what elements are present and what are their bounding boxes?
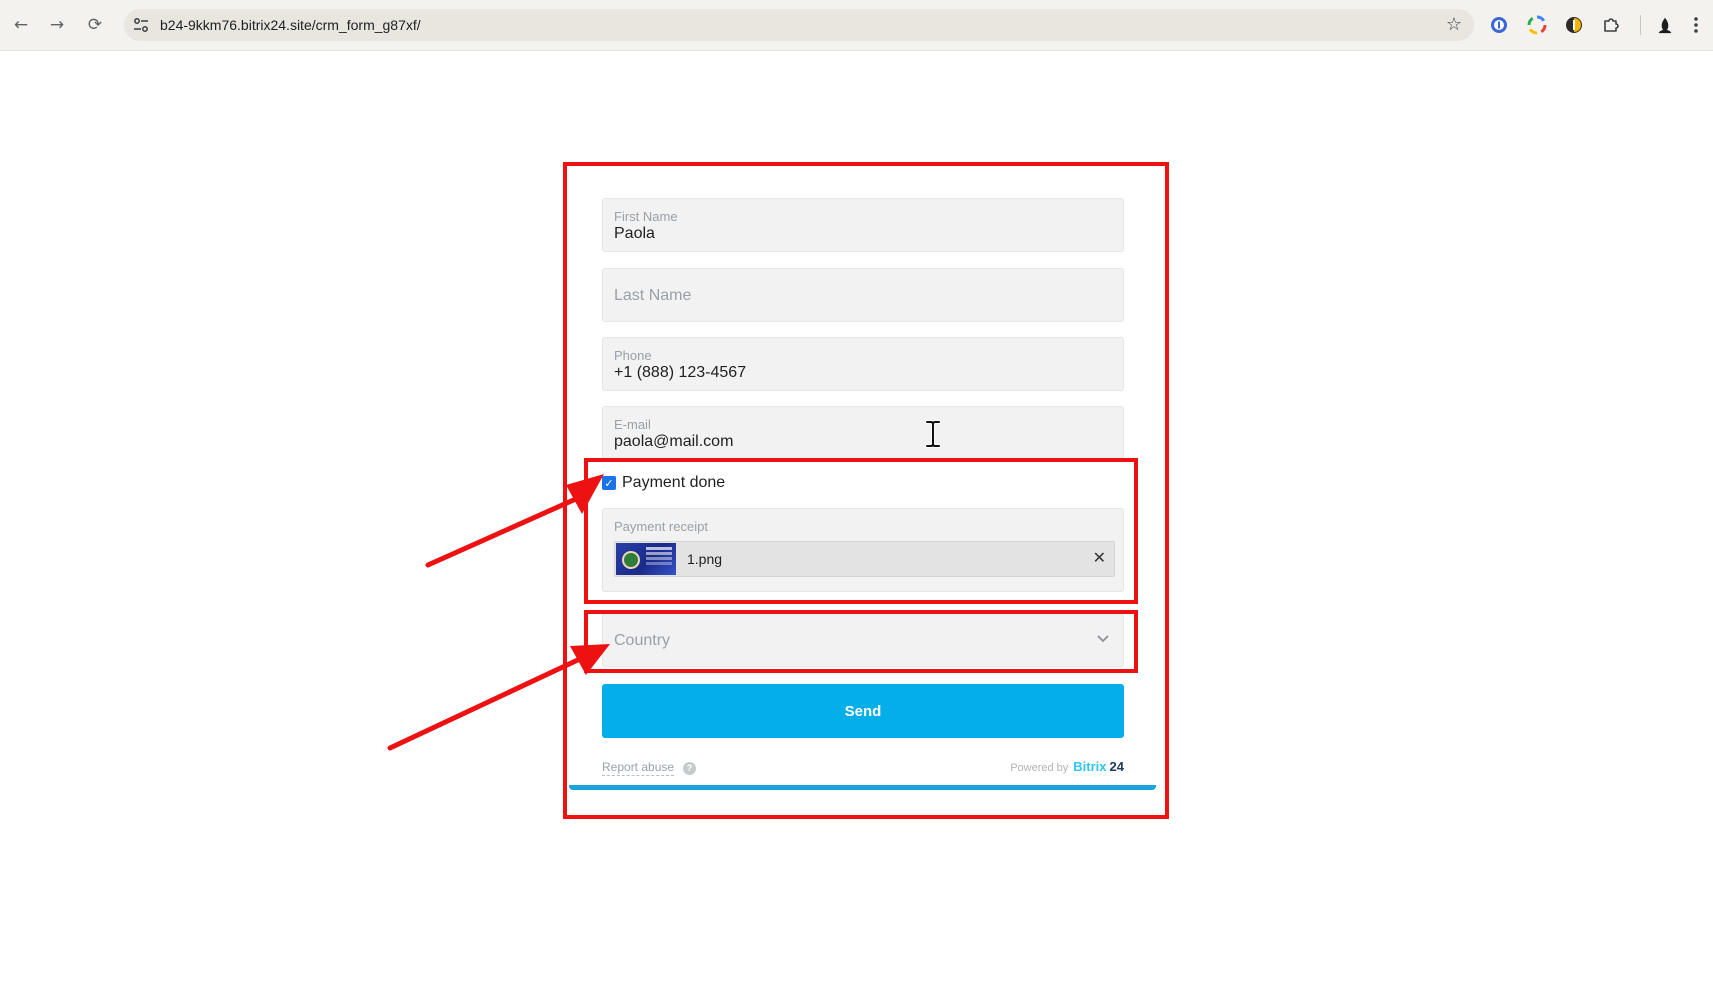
report-abuse-area: Report abuse ?: [602, 760, 697, 776]
phone-value[interactable]: +1 (888) 123-4567: [614, 364, 746, 382]
first-name-value[interactable]: Paola: [614, 225, 655, 243]
text-cursor-icon: [925, 420, 941, 448]
toolbar-divider: [1640, 15, 1641, 35]
brand-logo-number: 24: [1109, 759, 1124, 774]
profile-avatar[interactable]: [1655, 15, 1675, 35]
email-value[interactable]: paola@mail.com: [614, 433, 733, 451]
phone-field[interactable]: Phone +1 (888) 123-4567: [602, 337, 1124, 391]
phone-label: Phone: [614, 348, 652, 363]
brand-logo-name: Bitrix: [1073, 759, 1107, 774]
url-text[interactable]: b24-9kkm76.bitrix24.site/crm_form_g87xf/: [160, 17, 421, 33]
back-icon[interactable]: ←: [8, 12, 34, 38]
forward-icon[interactable]: →: [44, 12, 70, 38]
first-name-label: First Name: [614, 209, 678, 224]
browser-toolbar: ← → ⟳ b24-9kkm76.bitrix24.site/crm_form_…: [0, 0, 1713, 51]
browser-menu-icon[interactable]: [1690, 15, 1702, 35]
form-bottom-accent: [569, 785, 1156, 790]
annotation-box-country: [584, 610, 1138, 673]
powered-by-text: Powered by: [1010, 762, 1069, 774]
help-icon[interactable]: ?: [683, 761, 697, 775]
site-settings-icon[interactable]: [133, 17, 149, 33]
address-bar[interactable]: b24-9kkm76.bitrix24.site/crm_form_g87xf/…: [124, 9, 1474, 41]
last-name-field[interactable]: Last Name: [602, 268, 1124, 322]
powered-by[interactable]: Powered by Bitrix 24: [1010, 759, 1124, 774]
email-label: E-mail: [614, 417, 651, 432]
report-abuse-link[interactable]: Report abuse: [602, 760, 675, 776]
extensions-puzzle-icon[interactable]: [1601, 15, 1621, 35]
send-button[interactable]: Send: [602, 684, 1124, 738]
bookmark-star-icon[interactable]: ☆: [1446, 14, 1462, 35]
first-name-field[interactable]: First Name Paola: [602, 198, 1124, 252]
reload-icon[interactable]: ⟳: [82, 12, 108, 38]
annotation-box-payment: [584, 458, 1138, 604]
last-name-placeholder[interactable]: Last Name: [614, 287, 691, 305]
password-manager-extension-icon[interactable]: [1489, 15, 1509, 35]
email-field[interactable]: E-mail paola@mail.com: [602, 406, 1124, 460]
color-picker-extension-icon[interactable]: [1527, 15, 1547, 35]
shield-extension-icon[interactable]: [1564, 15, 1584, 35]
